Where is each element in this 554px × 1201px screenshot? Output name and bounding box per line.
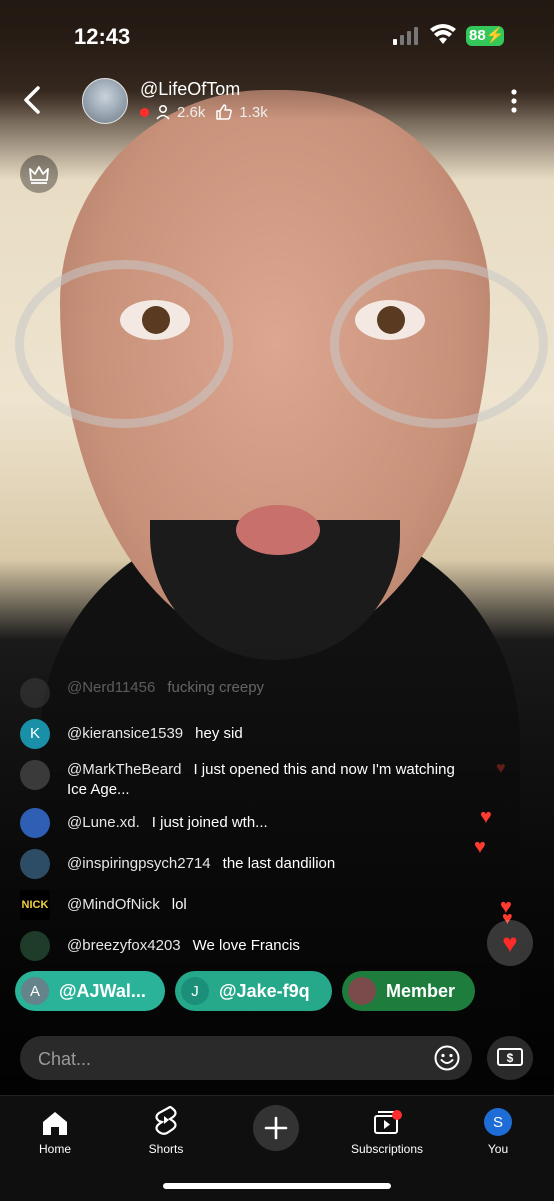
add-icon: [264, 1116, 288, 1140]
channel-avatar[interactable]: [82, 78, 128, 124]
wifi-icon: [430, 24, 456, 44]
chat-message-text: @Lune.xd. I just joined wth...: [67, 813, 467, 833]
member-chip[interactable]: Member: [342, 971, 475, 1011]
super-chat-icon: $: [497, 1048, 523, 1066]
chat-username[interactable]: @inspiringpsych2714: [67, 855, 211, 872]
chip-avatar: J: [181, 977, 209, 1005]
chip-user[interactable]: J @Jake-f9q: [175, 971, 332, 1011]
chat-text: We love Francis: [192, 937, 300, 954]
viewer-count: 2.6k: [177, 103, 206, 121]
video-glasses-left: [15, 260, 233, 428]
chat-message-text: @kieransice1539 hey sid: [67, 724, 467, 744]
chat-message-text: @inspiringpsych2714 the last dandilion: [67, 854, 467, 874]
you-avatar: S: [484, 1108, 512, 1136]
chat-username[interactable]: @MindOfNick: [67, 896, 160, 913]
shorts-icon: [155, 1105, 177, 1135]
chat-username[interactable]: @Nerd11456: [67, 679, 155, 696]
chat-avatar: [20, 849, 50, 879]
chat-username[interactable]: @Lune.xd.: [67, 814, 140, 831]
back-icon[interactable]: [18, 84, 48, 116]
nav-you-label: You: [487, 1142, 509, 1156]
nav-home-label: Home: [38, 1142, 71, 1156]
signal-icon: [393, 27, 418, 45]
heart-icon: ♥: [496, 760, 506, 777]
chat-bar: [20, 1036, 472, 1082]
chat-text: the last dandilion: [222, 855, 336, 872]
chat-text: lol: [171, 896, 187, 913]
video-eye-right: [355, 300, 425, 340]
chip-user[interactable]: A @AJWal...: [15, 971, 165, 1011]
live-dot-icon: [140, 107, 149, 117]
super-chat-button[interactable]: $: [487, 1036, 533, 1080]
chip-avatar: A: [21, 977, 49, 1005]
crown-icon: [29, 166, 49, 184]
chat-message: @breezyfox4203 We love Francis: [20, 931, 467, 961]
chat-avatar: NICK: [20, 890, 50, 920]
like-count: 1.3k: [239, 103, 268, 121]
nav-you[interactable]: S You: [453, 1102, 543, 1156]
nav-shorts-label: Shorts: [148, 1142, 184, 1156]
heart-button[interactable]: ♥: [487, 920, 533, 966]
thumbs-up-icon: [216, 104, 233, 120]
channel-name[interactable]: @LifeOfTom: [140, 79, 240, 100]
chat-avatar: [20, 808, 50, 838]
status-bar: 12:43 88⚡: [0, 0, 554, 70]
video-glasses-right: [330, 260, 548, 428]
heart-icon: ♥: [502, 927, 518, 958]
nav-shorts[interactable]: Shorts: [121, 1102, 211, 1156]
chat-message: @inspiringpsych2714 the last dandilion: [20, 849, 467, 879]
battery-level: 88: [469, 27, 486, 44]
svg-text:$: $: [507, 1051, 514, 1065]
chat-avatar: [20, 760, 50, 790]
chat-avatar: [20, 678, 50, 708]
chat-text: fucking creepy: [167, 679, 265, 696]
chat-text: hey sid: [195, 725, 243, 742]
chat-message-text: @breezyfox4203 We love Francis: [67, 936, 467, 956]
nav-home[interactable]: Home: [10, 1102, 100, 1156]
battery-indicator: 88⚡: [466, 26, 504, 46]
chat-avatar: K: [20, 719, 50, 749]
video-eye-left: [120, 300, 190, 340]
live-stats: 2.6k 1.3k: [140, 103, 268, 121]
chat-username[interactable]: @breezyfox4203: [67, 937, 181, 954]
heart-icon: ♥: [474, 836, 486, 858]
chat-message-text: @MindOfNick lol: [67, 895, 467, 915]
nav-subscriptions[interactable]: Subscriptions: [342, 1102, 432, 1156]
home-indicator: [163, 1183, 391, 1189]
chat-message-text: @MarkTheBeard I just opened this and now …: [67, 760, 467, 800]
chat-message: @Lune.xd. I just joined wth...: [20, 808, 467, 838]
chat-message: NICK @MindOfNick lol: [20, 890, 467, 920]
chat-message: K @kieransice1539 hey sid: [20, 719, 467, 749]
home-icon: [43, 1112, 67, 1135]
chip-label: Member: [386, 980, 456, 1001]
person-icon: [156, 104, 170, 120]
chat-message-text: @Nerd11456 fucking creepy: [67, 678, 467, 698]
chat-text: I just joined wth...: [151, 814, 268, 831]
more-vert-icon[interactable]: [508, 88, 520, 114]
status-time: 12:43: [74, 24, 131, 49]
chip-row: A @AJWal... J @Jake-f9q Member: [15, 971, 475, 1011]
emoji-icon[interactable]: [434, 1045, 460, 1071]
heart-icon: ♥: [480, 806, 492, 828]
chat-avatar: [20, 931, 50, 961]
chip-label: @Jake-f9q: [219, 980, 310, 1001]
live-header: @LifeOfTom 2.6k 1.3k: [0, 70, 554, 130]
chat-message: @MarkTheBeard I just opened this and now …: [20, 760, 467, 800]
chat-input[interactable]: [36, 1036, 430, 1082]
chat-username[interactable]: @MarkTheBeard: [67, 761, 181, 778]
chip-label: @AJWal...: [59, 980, 146, 1001]
battery-charging-icon: ⚡: [485, 27, 505, 44]
nav-subscriptions-label: Subscriptions: [350, 1142, 424, 1156]
chat-username[interactable]: @kieransice1539: [67, 725, 183, 742]
chip-avatar: [348, 977, 376, 1005]
crown-button[interactable]: [20, 155, 58, 193]
create-button[interactable]: [253, 1105, 299, 1151]
subscriptions-icon: [374, 1110, 402, 1134]
video-mouth: [236, 505, 320, 555]
chat-message: @Nerd11456 fucking creepy: [20, 678, 467, 708]
